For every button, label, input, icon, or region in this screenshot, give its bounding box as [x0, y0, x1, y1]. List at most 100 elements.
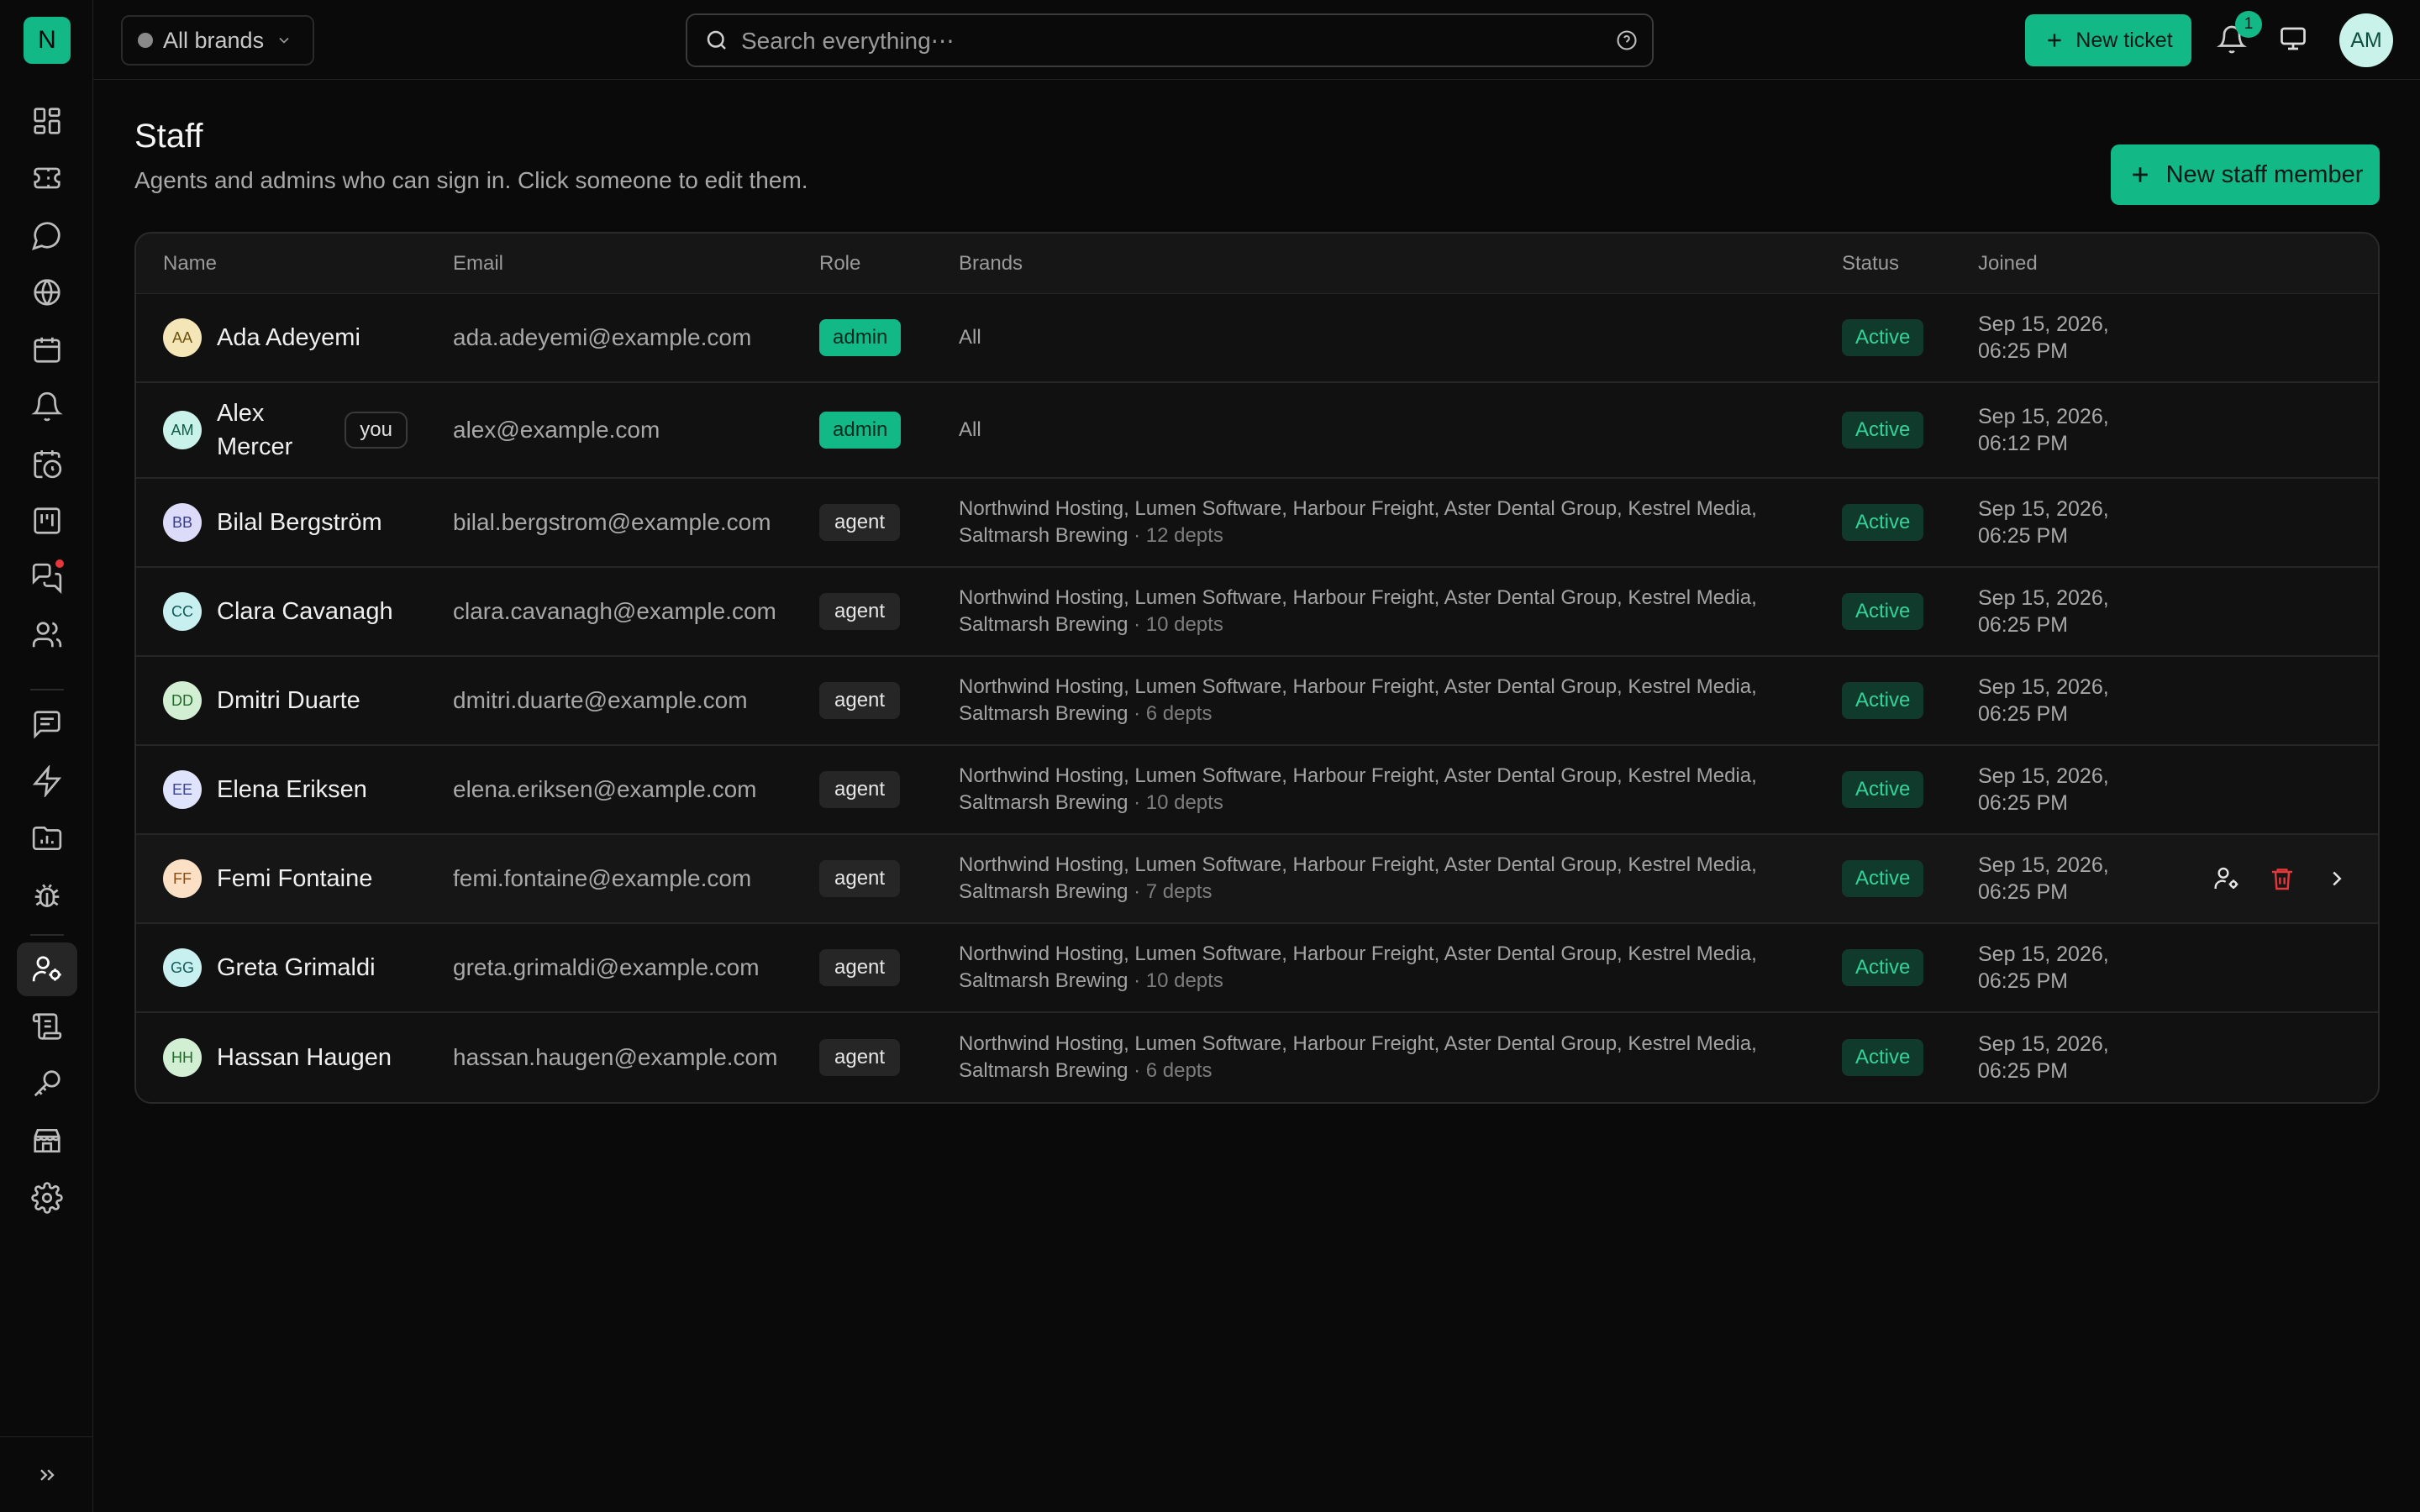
key-icon[interactable] [17, 1057, 77, 1110]
help-icon[interactable] [1615, 29, 1639, 52]
status-badge: Active [1842, 504, 1924, 541]
table-row[interactable]: FF Femi Fontaine femi.fontaine@example.c… [136, 835, 2378, 924]
column-header-name[interactable]: Name [163, 252, 217, 276]
plus-icon [2048, 34, 2061, 47]
column-header-role[interactable]: Role [819, 252, 860, 276]
status-cell: Active [1842, 682, 1924, 719]
staff-email: hassan.haugen@example.com [453, 1044, 778, 1070]
staff-name-cell: DD Dmitri Duarte [163, 681, 360, 720]
app-logo[interactable]: N [24, 17, 71, 64]
staff-name: Elena Eriksen [217, 776, 367, 803]
expand-sidebar-button[interactable] [0, 1436, 93, 1512]
brands-line-2: Saltmarsh Brewing [959, 791, 1128, 814]
monitor-icon[interactable] [2278, 24, 2308, 54]
staff-name-cell: FF Femi Fontaine [163, 859, 372, 898]
staff-email: elena.eriksen@example.com [453, 776, 757, 802]
column-header-status[interactable]: Status [1842, 252, 1899, 276]
chat-icon[interactable] [17, 208, 77, 262]
table-row[interactable]: HH Hassan Haugen hassan.haugen@example.c… [136, 1013, 2378, 1102]
joined-time: 06:25 PM [1978, 969, 2069, 993]
status-badge: Active [1842, 1039, 1924, 1076]
column-header-email[interactable]: Email [453, 252, 503, 276]
gear-icon[interactable] [17, 1171, 77, 1225]
brands-line-2: Saltmarsh Brewing [959, 613, 1128, 636]
sidebar-rail: N [0, 0, 93, 1512]
document-icon[interactable] [17, 697, 77, 751]
joined-date: Sep 15, 2026, [1978, 764, 2109, 788]
bolt-icon[interactable] [17, 754, 77, 808]
joined-time: 06:25 PM [1978, 339, 2069, 363]
table-row[interactable]: GG Greta Grimaldi greta.grimaldi@example… [136, 924, 2378, 1013]
role-cell: agent [819, 949, 901, 986]
plus-icon [2132, 167, 2148, 182]
table-row[interactable]: EE Elena Eriksen elena.eriksen@example.c… [136, 746, 2378, 835]
dept-count: · 7 depts [1128, 880, 1213, 903]
table-row[interactable]: AA Ada Adeyemi ada.adeyemi@example.com a… [136, 294, 2378, 383]
staff-name: Greta Grimaldi [217, 954, 376, 981]
users-icon[interactable] [17, 608, 77, 662]
search-input[interactable]: Search everything⋯ [686, 13, 1654, 67]
table-row[interactable]: CC Clara Cavanagh clara.cavanagh@example… [136, 568, 2378, 657]
user-avatar[interactable]: AM [2339, 13, 2393, 67]
joined-cell: Sep 15, 2026, 06:25 PM [1978, 1031, 2109, 1084]
brands-line-1: Northwind Hosting, Lumen Software, Harbo… [959, 497, 1757, 520]
staff-email: ada.adeyemi@example.com [453, 324, 752, 350]
table-row[interactable]: DD Dmitri Duarte dmitri.duarte@example.c… [136, 657, 2378, 746]
joined-time: 06:25 PM [1978, 613, 2069, 637]
brands-cell: Northwind Hosting, Lumen Software, Harbo… [959, 852, 1816, 906]
brand-selector[interactable]: All brands [121, 15, 314, 66]
brands-cell: Northwind Hosting, Lumen Software, Harbo… [959, 763, 1816, 816]
table-row[interactable]: AM Alex Mercer you alex@example.com admin… [136, 383, 2378, 479]
staff-name-cell: HH Hassan Haugen [163, 1038, 392, 1077]
brands-line-1: Northwind Hosting, Lumen Software, Harbo… [959, 942, 1757, 965]
chevron-right-icon[interactable] [2324, 866, 2349, 891]
joined-time: 06:25 PM [1978, 791, 2069, 815]
calendar-clock-icon[interactable] [17, 437, 77, 491]
top-bar: All brands Search everything⋯ New ticket… [93, 0, 2420, 80]
new-staff-member-button[interactable]: New staff member [2111, 144, 2380, 205]
chart-folder-icon[interactable] [17, 811, 77, 865]
dept-count: · 6 depts [1128, 702, 1213, 725]
trash-icon[interactable] [2269, 865, 2296, 892]
status-badge: Active [1842, 771, 1924, 808]
joined-cell: Sep 15, 2026, 06:12 PM [1978, 403, 2109, 457]
staff-table: Name Email Role Brands Status Joined AA … [134, 232, 2380, 1104]
staff-name: Ada Adeyemi [217, 324, 360, 351]
status-cell: Active [1842, 771, 1924, 808]
dept-count: · 10 depts [1128, 613, 1223, 636]
joined-date: Sep 15, 2026, [1978, 405, 2109, 428]
bell-icon[interactable] [17, 380, 77, 433]
joined-time: 06:25 PM [1978, 1059, 2069, 1083]
column-header-brands[interactable]: Brands [959, 252, 1023, 276]
joined-cell: Sep 15, 2026, 06:25 PM [1978, 496, 2109, 549]
ticket-icon[interactable] [17, 151, 77, 205]
brands-line-2: Saltmarsh Brewing [959, 1059, 1128, 1082]
joined-date: Sep 15, 2026, [1978, 497, 2109, 521]
column-header-joined[interactable]: Joined [1978, 252, 2038, 276]
joined-time: 06:25 PM [1978, 880, 2069, 904]
avatar: HH [163, 1038, 202, 1077]
store-icon[interactable] [17, 1114, 77, 1168]
scroll-icon[interactable] [17, 1000, 77, 1053]
role-cell: agent [819, 593, 901, 630]
globe-icon[interactable] [17, 265, 77, 319]
bug-icon[interactable] [17, 869, 77, 922]
table-row[interactable]: BB Bilal Bergström bilal.bergstrom@examp… [136, 479, 2378, 568]
brands-line-1: Northwind Hosting, Lumen Software, Harbo… [959, 1032, 1757, 1055]
kanban-icon[interactable] [17, 494, 77, 548]
staff-name-cell: BB Bilal Bergström [163, 503, 382, 542]
calendar-icon[interactable] [17, 323, 77, 376]
messages-icon[interactable] [17, 551, 77, 605]
brands-line-1: Northwind Hosting, Lumen Software, Harbo… [959, 675, 1757, 698]
user-cog-icon[interactable] [17, 942, 77, 996]
brands-line-1: Northwind Hosting, Lumen Software, Harbo… [959, 764, 1757, 787]
role-badge: agent [819, 1039, 901, 1076]
dashboard-icon[interactable] [17, 94, 77, 148]
brand-dot-icon [138, 33, 153, 48]
joined-time: 06:12 PM [1978, 432, 2069, 455]
status-badge: Active [1842, 682, 1924, 719]
avatar: BB [163, 503, 202, 542]
new-ticket-button[interactable]: New ticket [2025, 14, 2191, 66]
role-badge: agent [819, 593, 901, 630]
edit-user-icon[interactable] [2213, 865, 2240, 892]
